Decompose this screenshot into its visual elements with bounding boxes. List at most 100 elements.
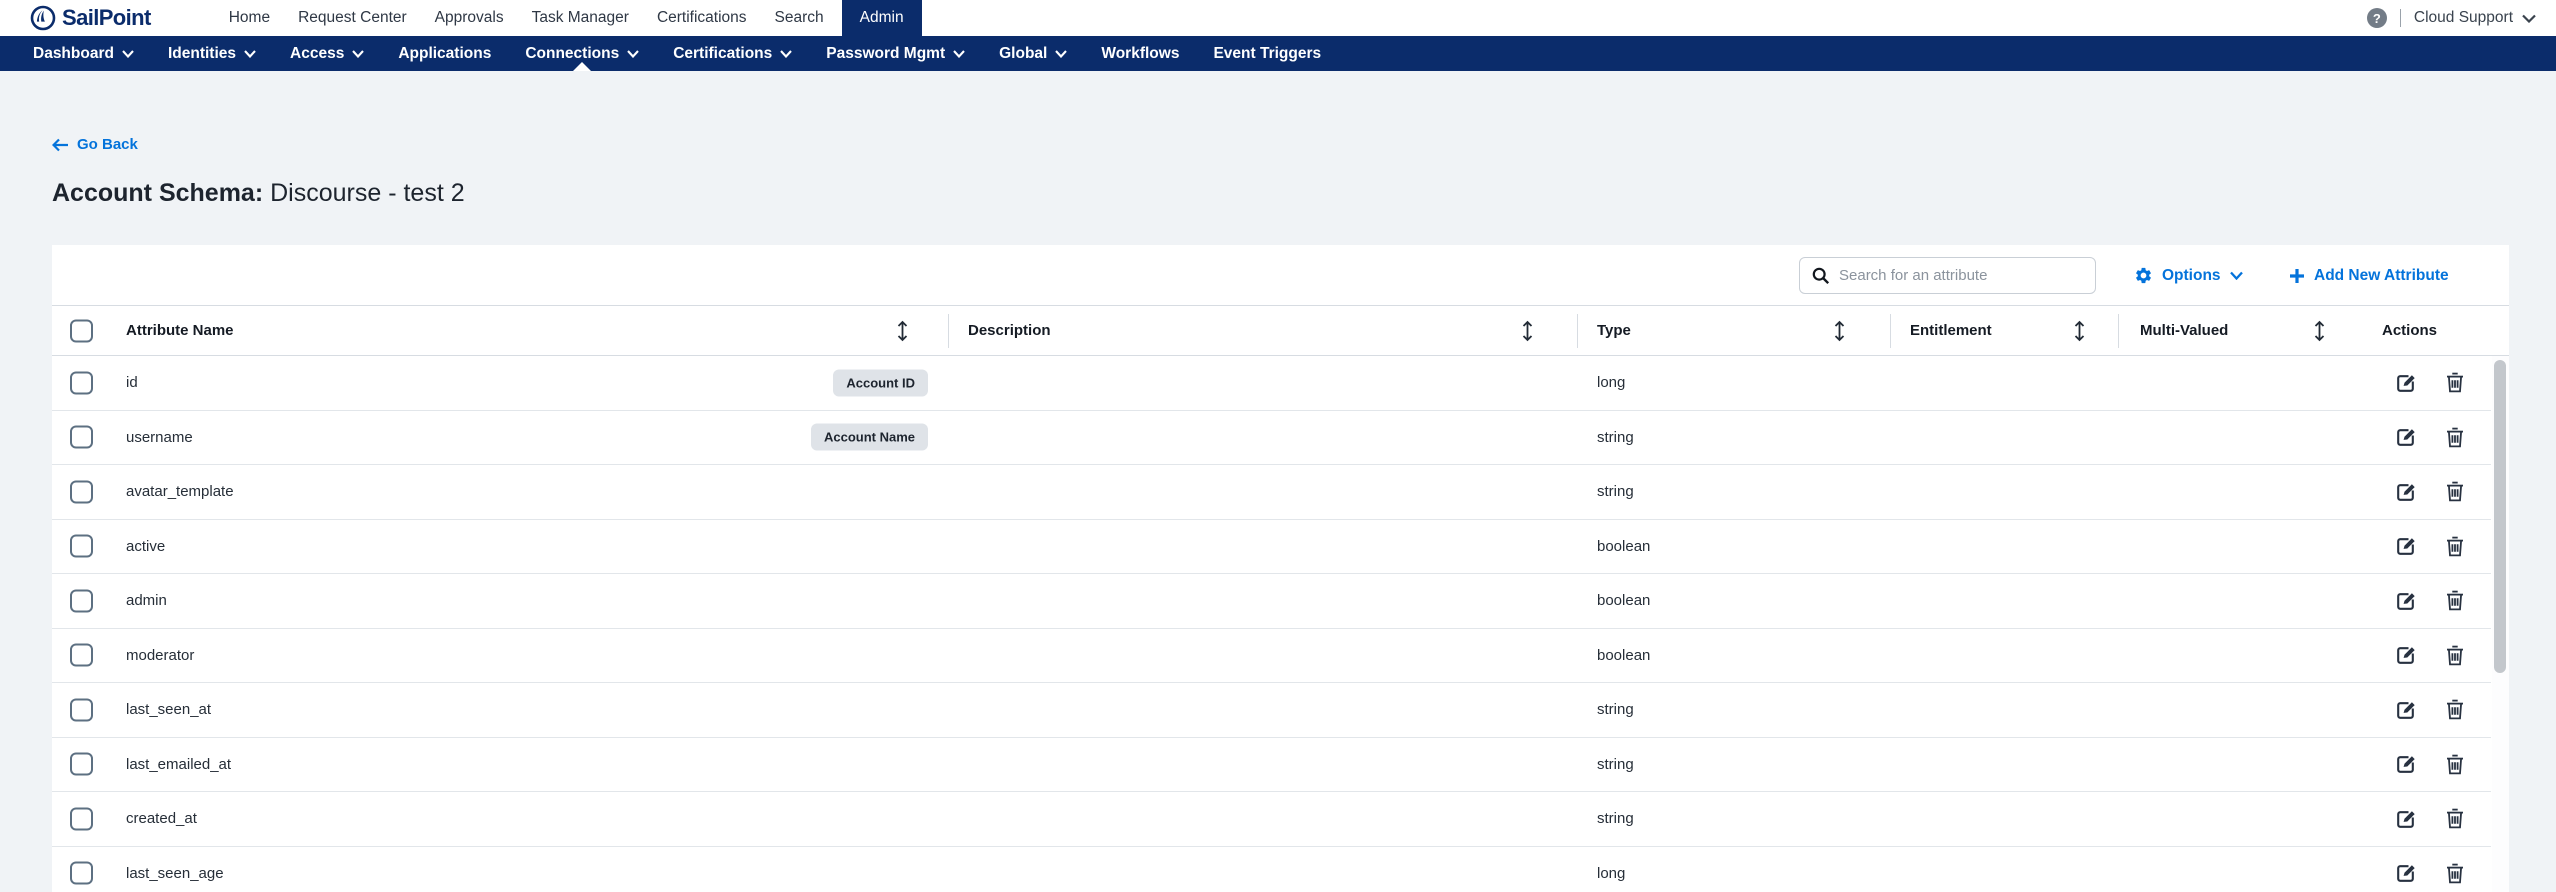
delete-attribute-icon[interactable] <box>2446 356 2464 410</box>
column-header-entitlement[interactable]: Entitlement <box>1910 306 1992 355</box>
subnav-item-certifications[interactable]: Certifications <box>656 36 809 71</box>
account-menu[interactable]: Cloud Support <box>2414 9 2536 27</box>
type-cell: long <box>1597 374 1626 392</box>
delete-attribute-icon[interactable] <box>2446 465 2464 519</box>
delete-attribute-icon[interactable] <box>2446 738 2464 792</box>
options-label: Options <box>2162 266 2221 284</box>
subnav-item-access[interactable]: Access <box>273 36 381 71</box>
delete-attribute-icon[interactable] <box>2446 629 2464 683</box>
subnav-item-label: Access <box>290 44 345 62</box>
options-button[interactable]: Options <box>2134 245 2243 306</box>
edit-attribute-icon[interactable] <box>2396 465 2417 519</box>
chevron-down-icon <box>352 49 365 58</box>
page-title-label: Account Schema: <box>52 179 264 207</box>
vertical-scrollbar[interactable] <box>2492 356 2509 892</box>
subnav-item-workflows[interactable]: Workflows <box>1084 36 1196 71</box>
topnav-item-search[interactable]: Search <box>761 0 838 36</box>
table-row: last_seen_age long <box>52 846 2491 892</box>
sort-icon[interactable] <box>1522 306 1533 355</box>
chevron-down-icon <box>2229 271 2243 280</box>
column-header-multi-valued[interactable]: Multi-Valued <box>2140 306 2228 355</box>
subnav-item-global[interactable]: Global <box>982 36 1084 71</box>
column-header-type[interactable]: Type <box>1597 306 1631 355</box>
topnav-item-home[interactable]: Home <box>215 0 284 36</box>
chevron-down-icon <box>2522 14 2536 23</box>
topnav-item-approvals[interactable]: Approvals <box>421 0 518 36</box>
scrollbar-thumb[interactable] <box>2494 360 2506 673</box>
delete-attribute-icon[interactable] <box>2446 574 2464 628</box>
attribute-name-cell: active <box>126 537 166 555</box>
type-cell: string <box>1597 810 1634 828</box>
edit-attribute-icon[interactable] <box>2396 847 2417 892</box>
subnav-item-event-triggers[interactable]: Event Triggers <box>1196 36 1338 71</box>
subnav-item-dashboard[interactable]: Dashboard <box>16 36 151 71</box>
topnav-item-request-center[interactable]: Request Center <box>284 0 421 36</box>
delete-attribute-icon[interactable] <box>2446 411 2464 465</box>
edit-attribute-icon[interactable] <box>2396 683 2417 737</box>
table-row: avatar_template string <box>52 465 2491 520</box>
subnav-item-identities[interactable]: Identities <box>151 36 273 71</box>
subnav-item-label: Dashboard <box>33 44 114 62</box>
row-checkbox[interactable] <box>70 425 93 449</box>
column-header-attribute-name[interactable]: Attribute Name <box>126 306 234 355</box>
table-row: last_emailed_at string <box>52 737 2491 792</box>
go-back-link[interactable]: Go Back <box>52 136 138 153</box>
table-row: last_seen_at string <box>52 683 2491 738</box>
row-checkbox[interactable] <box>70 589 93 613</box>
type-cell: string <box>1597 428 1634 446</box>
gear-icon <box>2136 267 2151 284</box>
table-row: username Account Name string <box>52 410 2491 465</box>
delete-attribute-icon[interactable] <box>2446 520 2464 574</box>
type-cell: boolean <box>1597 646 1651 664</box>
row-checkbox[interactable] <box>70 534 93 558</box>
chevron-down-icon <box>627 49 639 58</box>
edit-attribute-icon[interactable] <box>2396 411 2417 465</box>
topnav-item-certifications[interactable]: Certifications <box>643 0 761 36</box>
search-input[interactable] <box>1839 267 2095 284</box>
top-nav-items: Home Request Center Approvals Task Manager C… <box>215 0 922 36</box>
table-row: admin boolean <box>52 574 2491 629</box>
row-checkbox[interactable] <box>70 861 93 885</box>
type-cell: string <box>1597 701 1634 719</box>
attribute-name-cell: avatar_template <box>126 483 234 501</box>
edit-attribute-icon[interactable] <box>2396 520 2417 574</box>
add-new-attribute-button[interactable]: Add New Attribute <box>2289 245 2449 306</box>
add-new-attribute-label: Add New Attribute <box>2314 266 2449 284</box>
brand-name: SailPoint <box>62 5 151 30</box>
column-divider <box>2118 314 2119 348</box>
row-checkbox[interactable] <box>70 643 93 667</box>
edit-attribute-icon[interactable] <box>2396 574 2417 628</box>
topnav-item-task-manager[interactable]: Task Manager <box>518 0 643 36</box>
subnav-item-connections[interactable]: Connections <box>508 36 656 71</box>
row-checkbox[interactable] <box>70 480 93 504</box>
subnav-item-label: Workflows <box>1101 44 1180 62</box>
subnav-item-password-mgmt[interactable]: Password Mgmt <box>809 36 982 71</box>
row-checkbox[interactable] <box>70 752 93 776</box>
subnav-item-applications[interactable]: Applications <box>381 36 508 71</box>
help-icon[interactable]: ? <box>2366 8 2387 28</box>
row-checkbox[interactable] <box>70 371 93 395</box>
type-cell: string <box>1597 755 1634 773</box>
column-header-description[interactable]: Description <box>968 306 1051 355</box>
sort-icon[interactable] <box>2074 306 2085 355</box>
sort-icon[interactable] <box>2314 306 2325 355</box>
edit-attribute-icon[interactable] <box>2396 629 2417 683</box>
attribute-search <box>1799 257 2096 294</box>
row-checkbox[interactable] <box>70 698 93 722</box>
attribute-name-cell: last_emailed_at <box>126 755 232 773</box>
edit-attribute-icon[interactable] <box>2396 738 2417 792</box>
edit-attribute-icon[interactable] <box>2396 792 2417 846</box>
back-arrow-icon <box>52 138 68 151</box>
row-checkbox[interactable] <box>70 807 93 831</box>
top-navbar: SailPoint Home Request Center Approvals Tas… <box>0 0 2556 36</box>
edit-attribute-icon[interactable] <box>2396 356 2417 410</box>
sort-icon[interactable] <box>1834 306 1845 355</box>
delete-attribute-icon[interactable] <box>2446 683 2464 737</box>
column-divider <box>948 314 949 348</box>
delete-attribute-icon[interactable] <box>2446 792 2464 846</box>
select-all-checkbox[interactable] <box>70 319 93 342</box>
topnav-item-admin[interactable]: Admin <box>841 0 922 36</box>
sailpoint-logo[interactable]: SailPoint <box>30 0 151 36</box>
sort-icon[interactable] <box>897 306 908 355</box>
delete-attribute-icon[interactable] <box>2446 847 2464 892</box>
